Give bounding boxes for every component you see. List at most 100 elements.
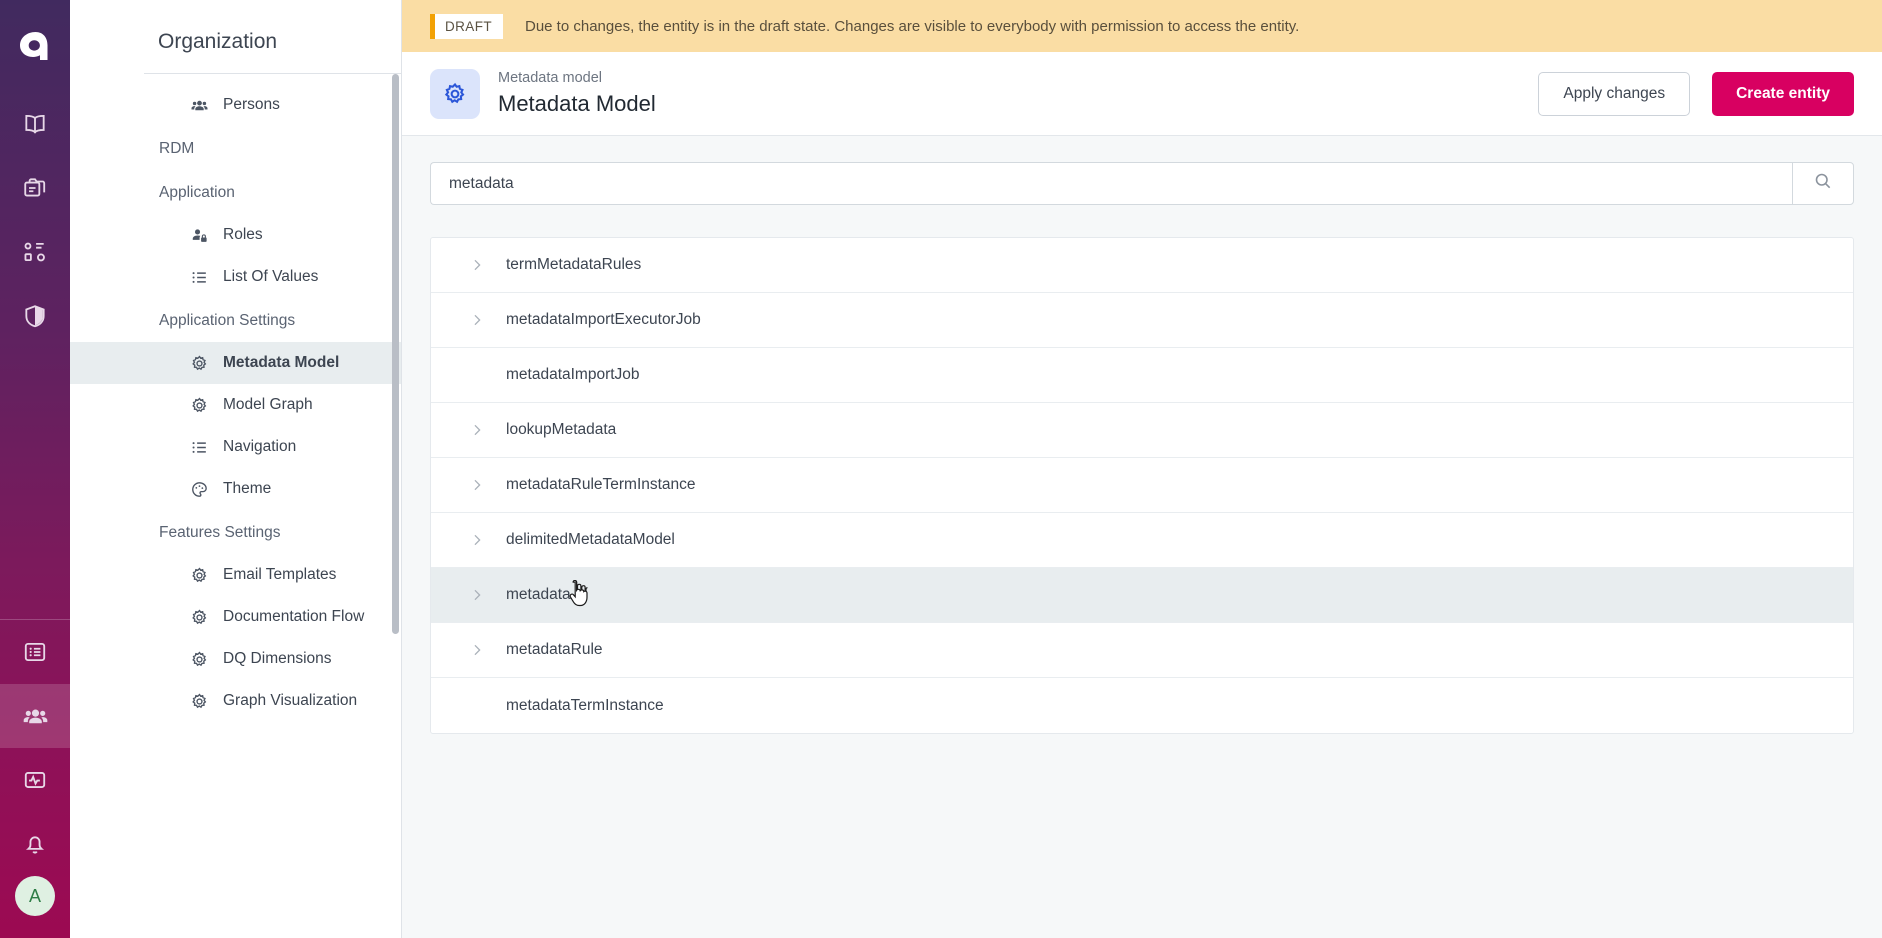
brand-a-logo-icon[interactable]	[0, 0, 70, 92]
people-icon	[22, 703, 49, 730]
chevron-right-icon[interactable]	[470, 313, 492, 327]
page-title: Metadata Model	[498, 89, 656, 119]
table-row[interactable]: delimitedMetadataModel	[431, 513, 1853, 568]
chevron-right-icon[interactable]	[470, 533, 492, 547]
sidebar-group-application: Application	[70, 170, 401, 214]
sidebar-item-graph-visualization[interactable]: Graph Visualization	[70, 680, 401, 722]
table-row[interactable]: metadataImportJob	[431, 348, 1853, 403]
sidebar-item-label: Model Graph	[223, 396, 313, 414]
main-area: DRAFT Due to changes, the entity is in t…	[402, 0, 1882, 938]
avatar[interactable]: A	[15, 876, 55, 916]
sidebar-item-label: Persons	[223, 96, 280, 114]
entity-name: metadataImportJob	[506, 366, 640, 384]
table-row[interactable]: termMetadataRules	[431, 238, 1853, 293]
table-row[interactable]: metadata	[431, 568, 1853, 623]
gear-icon	[189, 649, 209, 669]
chevron-right-icon[interactable]	[470, 423, 492, 437]
breadcrumb: Metadata model	[498, 68, 656, 89]
apply-changes-button[interactable]: Apply changes	[1538, 72, 1690, 116]
rail-item-people[interactable]	[0, 684, 70, 748]
entity-name: metadata	[506, 586, 571, 604]
sidebar-item-dq-dimensions[interactable]: DQ Dimensions	[70, 638, 401, 680]
organization-panel: Organization Persons RDM Application	[70, 0, 402, 938]
bell-icon	[22, 831, 48, 857]
chevron-right-icon[interactable]	[470, 478, 492, 492]
page-header: Metadata model Metadata Model Apply chan…	[402, 52, 1882, 136]
table-row[interactable]: metadataImportExecutorJob	[431, 293, 1853, 348]
chevron-right-icon[interactable]	[470, 258, 492, 272]
entity-name: metadataTermInstance	[506, 697, 664, 715]
table-row[interactable]: lookupMetadata	[431, 403, 1853, 458]
banner-message: Due to changes, the entity is in the dra…	[525, 18, 1299, 35]
header-actions: Apply changes Create entity	[1538, 72, 1854, 116]
search-icon	[1813, 171, 1833, 196]
book-icon	[22, 111, 48, 137]
sidebar-item-label: List Of Values	[223, 268, 318, 286]
catalog-icon	[22, 239, 48, 265]
sidebar-item-email-templates[interactable]: Email Templates	[70, 554, 401, 596]
sidebar-item-label: Email Templates	[223, 566, 336, 584]
sidebar-scrollbar[interactable]	[392, 74, 399, 634]
chevron-right-icon[interactable]	[470, 588, 492, 602]
sidebar-item-metadata-model[interactable]: Metadata Model	[70, 342, 401, 384]
global-nav-rail: A	[0, 0, 70, 938]
shield-icon	[22, 303, 48, 329]
entity-name: delimitedMetadataModel	[506, 531, 675, 549]
gear-icon	[189, 565, 209, 585]
sidebar-group-features-settings: Features Settings	[70, 510, 401, 554]
organization-nav-list: Persons RDM Application Roles	[70, 74, 401, 722]
sidebar-item-label: Documentation Flow	[223, 608, 364, 626]
entity-name: lookupMetadata	[506, 421, 616, 439]
table-row[interactable]: metadataTermInstance	[431, 678, 1853, 733]
rail-item-folders[interactable]	[0, 156, 70, 220]
sidebar-item-label: Roles	[223, 226, 263, 244]
sidebar-item-label: DQ Dimensions	[223, 650, 332, 668]
person-lock-icon	[189, 225, 209, 245]
sidebar-item-model-graph[interactable]: Model Graph	[70, 384, 401, 426]
folders-icon	[22, 175, 48, 201]
gear-icon	[189, 607, 209, 627]
rail-item-bell[interactable]	[0, 812, 70, 876]
sidebar-item-roles[interactable]: Roles	[70, 214, 401, 256]
create-entity-button[interactable]: Create entity	[1712, 72, 1854, 116]
mouse-cursor	[567, 580, 591, 615]
sidebar-item-label: Metadata Model	[223, 354, 339, 372]
rail-item-book[interactable]	[0, 92, 70, 156]
search-input[interactable]	[430, 162, 1792, 205]
sidebar-item-list-of-values[interactable]: List Of Values	[70, 256, 401, 298]
sidebar-item-label: Navigation	[223, 438, 296, 456]
list-icon	[189, 267, 209, 287]
rail-item-monitoring[interactable]	[0, 748, 70, 812]
list-box-icon	[22, 639, 48, 665]
table-row[interactable]: metadataRuleTermInstance	[431, 458, 1853, 513]
entity-name: metadataImportExecutorJob	[506, 311, 701, 329]
list-icon	[189, 437, 209, 457]
search-button[interactable]	[1792, 162, 1854, 205]
rail-item-shield[interactable]	[0, 284, 70, 348]
sidebar-item-label: Theme	[223, 480, 271, 498]
sidebar-item-label: Graph Visualization	[223, 692, 357, 710]
search-bar	[430, 162, 1854, 205]
sidebar-item-persons[interactable]: Persons	[70, 84, 401, 126]
rail-item-catalog[interactable]	[0, 220, 70, 284]
app-root: A Organization Persons RDM Application	[0, 0, 1882, 938]
content-area: termMetadataRules metadataImportExecutor…	[402, 136, 1882, 938]
chevron-right-icon[interactable]	[470, 643, 492, 657]
sidebar-group-application-settings: Application Settings	[70, 298, 401, 342]
table-row[interactable]: metadataRule	[431, 623, 1853, 678]
sidebar-item-navigation[interactable]: Navigation	[70, 426, 401, 468]
people-icon	[189, 95, 209, 115]
gear-icon	[430, 69, 480, 119]
monitoring-icon	[22, 767, 48, 793]
sidebar-item-documentation-flow[interactable]: Documentation Flow	[70, 596, 401, 638]
entity-name: metadataRuleTermInstance	[506, 476, 696, 494]
gear-icon	[189, 395, 209, 415]
entity-name: metadataRule	[506, 641, 603, 659]
organization-title: Organization	[70, 0, 401, 73]
draft-banner: DRAFT Due to changes, the entity is in t…	[402, 0, 1882, 52]
rail-item-list-box[interactable]	[0, 620, 70, 684]
sidebar-item-theme[interactable]: Theme	[70, 468, 401, 510]
gear-icon	[189, 691, 209, 711]
gear-icon	[189, 353, 209, 373]
header-titles: Metadata model Metadata Model	[498, 68, 656, 119]
